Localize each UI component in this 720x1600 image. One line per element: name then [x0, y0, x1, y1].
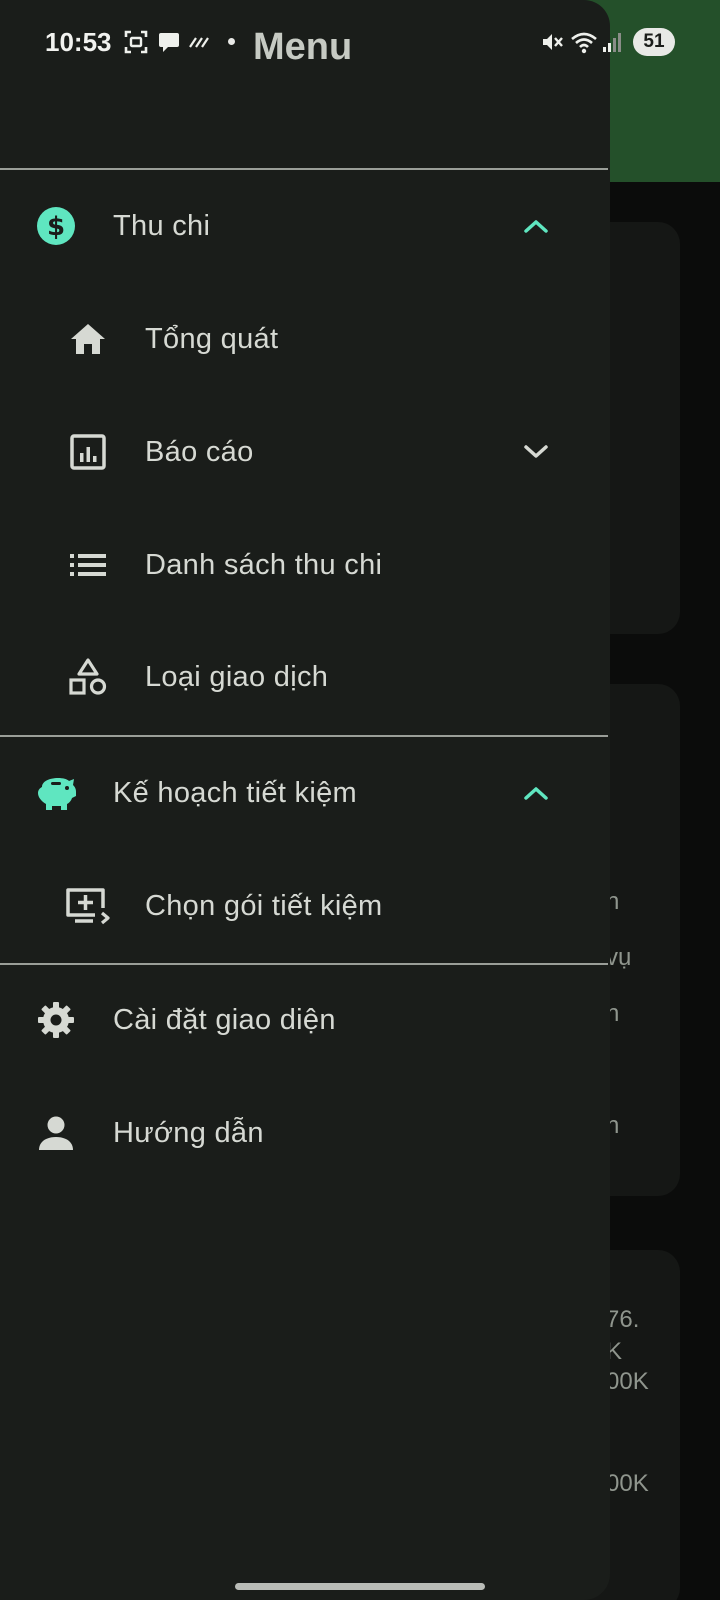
nav-item-cai-dat-giao-dien[interactable]: Cài đặt giao diện [0, 970, 608, 1070]
list-icon [66, 543, 110, 587]
divider [0, 168, 608, 170]
section-header-ke-hoach-tiet-kiem[interactable]: Kế hoạch tiết kiệm [0, 743, 608, 843]
home-icon [66, 317, 110, 361]
chevron-down-icon[interactable] [518, 434, 554, 470]
nav-item-label: Chọn gói tiết kiệm [145, 889, 383, 922]
nav-item-loai-giao-dich[interactable]: Loại giao dịch [0, 627, 608, 727]
wifi-icon [570, 30, 598, 54]
signal-icon [601, 30, 623, 54]
screenshot-icon [123, 30, 149, 54]
shapes-icon [66, 655, 110, 699]
mute-icon [539, 30, 565, 54]
report-chart-icon [66, 430, 110, 474]
nav-item-chon-goi-tiet-kiem[interactable]: Chọn gói tiết kiệm [0, 856, 608, 956]
nav-item-label: Danh sách thu chi [145, 548, 383, 581]
nav-item-label: Cài đặt giao diện [113, 1003, 336, 1036]
battery-indicator: 51 [633, 28, 675, 56]
gear-icon [34, 998, 78, 1042]
chat-bubble-icon [156, 30, 182, 54]
chevron-up-icon[interactable] [518, 208, 554, 244]
nav-item-bao-cao[interactable]: Báo cáo [0, 402, 608, 502]
add-to-screen-icon [64, 884, 114, 928]
nav-item-label: Hướng dẫn [113, 1116, 264, 1149]
background-text-fragment: 00K [606, 1470, 649, 1497]
status-time: 10:53 [45, 27, 112, 57]
dollar-circle-icon: $ [34, 204, 78, 248]
nav-item-huong-dan[interactable]: Hướng dẫn [0, 1083, 608, 1183]
home-indicator[interactable] [235, 1583, 485, 1590]
divider [0, 735, 608, 737]
person-icon [34, 1111, 78, 1155]
nav-item-label: Báo cáo [145, 435, 254, 468]
navigation-drawer: $ Thu chi Tổng quát Báo cáo Danh sách th… [0, 0, 610, 1600]
background-text-fragment: 76. [606, 1306, 640, 1333]
background-text-fragment: 00K [606, 1368, 649, 1395]
svg-text:$: $ [47, 212, 65, 242]
nav-item-label: Loại giao dịch [145, 660, 329, 693]
nav-item-label: Tổng quát [145, 322, 279, 355]
notification-dot [228, 38, 235, 45]
section-header-thu-chi[interactable]: $ Thu chi [0, 176, 608, 276]
status-bar: 10:53 Menu 51 [0, 0, 720, 90]
haze-icon [187, 30, 213, 54]
section-label: Thu chi [113, 209, 211, 242]
divider [0, 963, 608, 965]
section-label: Kế hoạch tiết kiệm [113, 776, 357, 809]
chevron-up-icon[interactable] [518, 775, 554, 811]
drawer-title: Menu [253, 26, 353, 68]
piggy-bank-icon [34, 771, 78, 815]
nav-item-tong-quat[interactable]: Tổng quát [0, 289, 608, 389]
nav-item-danh-sach-thu-chi[interactable]: Danh sách thu chi [0, 515, 608, 615]
